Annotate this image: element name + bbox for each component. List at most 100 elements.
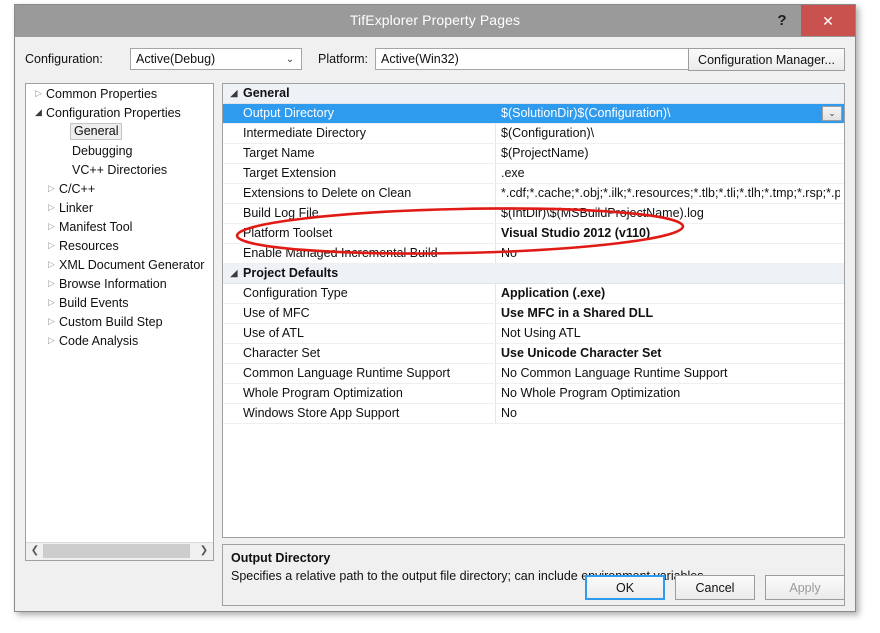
platform-dropdown[interactable]: Active(Win32) ⌄ [375,48,705,70]
apply-button[interactable]: Apply [765,575,845,600]
property-name: Use of ATL [243,326,304,340]
property-row[interactable]: Intermediate Directory $(Configuration)\ [223,124,844,144]
sidebar-item-label: Custom Build Step [59,314,163,329]
property-value[interactable]: Visual Studio 2012 (v110) [501,226,840,240]
sidebar-item-configuration-properties[interactable]: ◢ Configuration Properties [26,103,213,122]
ok-button[interactable]: OK [585,575,665,600]
property-name: Whole Program Optimization [243,386,403,400]
sidebar-item-build-events[interactable]: ▷ Build Events [26,293,213,312]
property-row[interactable]: Whole Program Optimization No Whole Progr… [223,384,844,404]
tree-expand-icon[interactable]: ▷ [45,198,58,217]
configuration-manager-button[interactable]: Configuration Manager... [688,48,845,71]
property-value[interactable]: $(IntDir)\$(MSBuildProjectName).log [501,206,840,220]
group-collapse-icon[interactable]: ◢ [228,264,240,283]
property-group-header[interactable]: ◢ Project Defaults [223,264,844,284]
sidebar-item-debugging[interactable]: Debugging [26,141,213,160]
property-value[interactable]: *.cdf;*.cache;*.obj;*.ilk;*.resources;*.… [501,186,840,200]
sidebar-item-vc-directories[interactable]: VC++ Directories [26,160,213,179]
sidebar-item-common-properties[interactable]: ▷ Common Properties [26,84,213,103]
property-grid[interactable]: ◢ General Output Directory $(SolutionDir)$(… [222,83,845,538]
group-collapse-icon[interactable]: ◢ [228,84,240,103]
sidebar-item-label: Configuration Properties [46,105,181,120]
property-value[interactable]: No [501,406,840,420]
property-row[interactable]: Configuration Type Application (.exe) [223,284,844,304]
property-row[interactable]: Character Set Use Unicode Character Set [223,344,844,364]
tree-expand-icon[interactable]: ▷ [45,274,58,293]
sidebar-item-label: Code Analysis [59,333,139,348]
property-group-header[interactable]: ◢ General [223,84,844,104]
property-value[interactable]: $(Configuration)\ [501,126,840,140]
property-row[interactable]: Platform Toolset Visual Studio 2012 (v110… [223,224,844,244]
property-row[interactable]: Enable Managed Incremental Build No [223,244,844,264]
close-icon: ✕ [822,12,834,29]
property-value[interactable]: .exe [501,166,840,180]
property-name: Extensions to Delete on Clean [243,186,412,200]
tree-expand-icon[interactable]: ▷ [45,217,58,236]
sidebar-item-code-analysis[interactable]: ▷ Code Analysis [26,331,213,350]
help-button[interactable]: ? [765,5,799,36]
scroll-left-icon[interactable]: ❮ [27,543,43,559]
property-value[interactable]: Use MFC in a Shared DLL [501,306,840,320]
tree-expand-icon[interactable]: ▷ [45,255,58,274]
property-value[interactable]: $(ProjectName) [501,146,840,160]
sidebar-item-general[interactable]: General [26,122,213,141]
property-name: Target Name [243,146,315,160]
property-value[interactable]: Not Using ATL [501,326,840,340]
sidebar-item-manifest-tool[interactable]: ▷ Manifest Tool [26,217,213,236]
tree-expand-icon[interactable]: ▷ [45,236,58,255]
property-value[interactable]: No [501,246,840,260]
sidebar-item-c-c[interactable]: ▷ C/C++ [26,179,213,198]
window-title: TifExplorer Property Pages [349,12,521,28]
property-name: Output Directory [243,106,335,120]
platform-value: Active(Win32) [381,52,459,66]
tree-expand-icon[interactable]: ▷ [45,179,58,198]
property-tree[interactable]: ▷ Common Properties ◢ Configuration Propert… [26,84,213,543]
property-name: Windows Store App Support [243,406,400,420]
property-name: Character Set [243,346,321,360]
property-name: Use of MFC [243,306,310,320]
tree-collapse-icon[interactable]: ◢ [32,103,45,122]
property-value[interactable]: Application (.exe) [501,286,840,300]
sidebar-item-label: Browse Information [59,276,167,291]
sidebar-item-label: Manifest Tool [59,219,133,234]
scroll-right-icon[interactable]: ❯ [196,543,212,559]
sidebar-item-linker[interactable]: ▷ Linker [26,198,213,217]
tree-expand-icon[interactable]: ▷ [45,312,58,331]
chevron-down-icon: ⌄ [285,54,295,65]
property-value[interactable]: Use Unicode Character Set [501,346,840,360]
property-row[interactable]: Target Name $(ProjectName) [223,144,844,164]
sidebar-item-browse-information[interactable]: ▷ Browse Information [26,274,213,293]
scrollbar-thumb[interactable] [43,544,190,558]
platform-label: Platform: [318,52,369,66]
property-row[interactable]: Use of MFC Use MFC in a Shared DLL [223,304,844,324]
description-title: Output Directory [231,551,331,565]
cancel-button[interactable]: Cancel [675,575,755,600]
property-row[interactable]: Windows Store App Support No [223,404,844,424]
sidebar-item-label: Debugging [72,143,133,158]
property-row[interactable]: Output Directory $(SolutionDir)$(Configur… [223,104,844,124]
property-row[interactable]: Target Extension .exe [223,164,844,184]
sidebar-item-xml-document-generator[interactable]: ▷ XML Document Generator [26,255,213,274]
sidebar-item-resources[interactable]: ▷ Resources [26,236,213,255]
property-row[interactable]: Build Log File $(IntDir)\$(MSBuildProject… [223,204,844,224]
sidebar-item-custom-build-step[interactable]: ▷ Custom Build Step [26,312,213,331]
sidebar-item-label: Common Properties [46,86,158,101]
property-value[interactable]: No Whole Program Optimization [501,386,840,400]
property-row[interactable]: Extensions to Delete on Clean *.cdf;*.cac… [223,184,844,204]
close-button[interactable]: ✕ [801,5,855,36]
dialog-footer: OK Cancel Apply [15,575,845,601]
property-value[interactable]: $(SolutionDir)$(Configuration)\ [501,106,840,120]
tree-expand-icon[interactable]: ▷ [45,293,58,312]
sidebar-item-label: Build Events [59,295,129,310]
tree-horizontal-scrollbar[interactable]: ❮ ❯ [26,542,213,560]
tree-expand-icon[interactable]: ▷ [45,331,58,350]
property-name: Target Extension [243,166,337,180]
sidebar-item-label: Linker [59,200,94,215]
tree-expand-icon[interactable]: ▷ [32,84,45,103]
property-value[interactable]: No Common Language Runtime Support [501,366,840,380]
configuration-value: Active(Debug) [136,52,216,66]
configuration-dropdown[interactable]: Active(Debug) ⌄ [130,48,302,70]
property-value-dropdown-icon[interactable]: ⌄ [822,106,842,121]
property-row[interactable]: Use of ATL Not Using ATL [223,324,844,344]
property-row[interactable]: Common Language Runtime Support No Common… [223,364,844,384]
